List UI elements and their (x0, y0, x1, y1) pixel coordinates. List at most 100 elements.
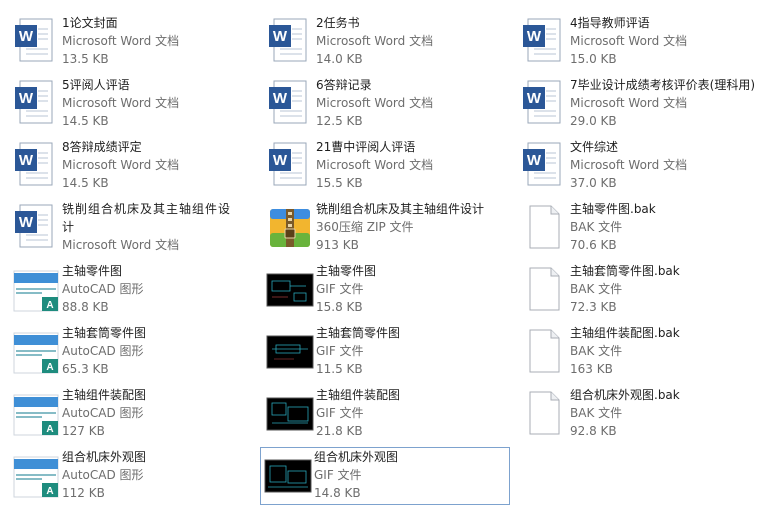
file-item[interactable]: 主轴零件图.bak BAK 文件 70.6 KB (516, 199, 768, 257)
file-size: 12.5 KB (316, 114, 363, 128)
file-type: AutoCAD 图形 (62, 282, 144, 296)
file-size: 913 KB (316, 238, 359, 252)
svg-text:W: W (273, 28, 288, 45)
file-size: 163 KB (570, 362, 613, 376)
file-name: 主轴零件图 (62, 264, 123, 278)
blank-file-icon (520, 327, 568, 375)
file-name: 4指导教师评语 (570, 16, 650, 30)
file-item[interactable]: 主轴套筒零件图 GIF 文件 11.5 KB (262, 323, 508, 381)
file-item[interactable]: 主轴组件装配图 GIF 文件 21.8 KB (262, 385, 508, 443)
file-name: 主轴组件装配图.bak (570, 326, 680, 340)
word-document-icon: W (520, 79, 568, 127)
svg-text:W: W (19, 28, 34, 45)
file-name: 主轴组件装配图 (316, 388, 401, 402)
file-item[interactable]: W 4指导教师评语 Microsoft Word 文档 15.0 KB (516, 13, 768, 71)
file-name: 2任务书 (316, 16, 360, 30)
svg-text:W: W (527, 90, 542, 107)
file-item-selected[interactable]: 组合机床外观图 GIF 文件 14.8 KB (260, 447, 510, 505)
file-size: 15.5 KB (316, 176, 363, 190)
svg-text:W: W (273, 152, 288, 169)
autocad-drawing-icon: A (12, 451, 60, 499)
svg-text:A: A (46, 486, 53, 497)
file-item[interactable]: A 主轴零件图 AutoCAD 图形 88.8 KB (8, 261, 254, 319)
file-name: 铣削组合机床及其主轴组件设计 (62, 202, 232, 234)
file-item[interactable]: W 1论文封面 Microsoft Word 文档 13.5 KB (8, 13, 254, 71)
file-type: AutoCAD 图形 (62, 406, 144, 420)
file-item[interactable]: 铣削组合机床及其主轴组件设计 360压缩 ZIP 文件 913 KB (262, 199, 508, 257)
zip-archive-icon (266, 203, 314, 251)
file-item[interactable]: W 5评阅人评语 Microsoft Word 文档 14.5 KB (8, 75, 254, 133)
file-item[interactable]: 组合机床外观图.bak BAK 文件 92.8 KB (516, 385, 768, 443)
file-type: Microsoft Word 文档 (316, 96, 434, 110)
file-size: 13.5 KB (62, 52, 109, 66)
file-size: 29.0 KB (570, 114, 617, 128)
file-item[interactable]: W 21曹中评阅人评语 Microsoft Word 文档 15.5 KB (262, 137, 508, 195)
file-item[interactable]: A 主轴组件装配图 AutoCAD 图形 127 KB (8, 385, 254, 443)
autocad-drawing-icon: A (12, 265, 60, 313)
file-size: 21.8 KB (316, 424, 363, 438)
file-item[interactable]: 主轴组件装配图.bak BAK 文件 163 KB (516, 323, 768, 381)
word-document-icon: W (266, 79, 314, 127)
file-type: Microsoft Word 文档 (316, 34, 434, 48)
file-size: 11.5 KB (316, 362, 363, 376)
file-name: 主轴组件装配图 (62, 388, 147, 402)
file-type: Microsoft Word 文档 (62, 238, 180, 252)
file-name: 组合机床外观图.bak (570, 388, 680, 402)
file-size: 72.3 KB (570, 300, 617, 314)
file-item[interactable]: W 8答辩成绩评定 Microsoft Word 文档 14.5 KB (8, 137, 254, 195)
file-size: 37.0 KB (570, 176, 617, 190)
file-item[interactable]: W 6答辩记录 Microsoft Word 文档 12.5 KB (262, 75, 508, 133)
blank-file-icon (520, 389, 568, 437)
svg-text:A: A (46, 424, 53, 435)
file-type: Microsoft Word 文档 (316, 158, 434, 172)
gif-thumbnail-icon (266, 389, 314, 437)
file-item[interactable]: A 组合机床外观图 AutoCAD 图形 112 KB (8, 447, 254, 505)
word-document-icon: W (266, 141, 314, 189)
autocad-drawing-icon: A (12, 389, 60, 437)
svg-text:W: W (527, 28, 542, 45)
file-item[interactable]: W 铣削组合机床及其主轴组件设计 Microsoft Word 文档 (8, 199, 254, 263)
file-type: Microsoft Word 文档 (570, 34, 688, 48)
gif-thumbnail-icon (266, 327, 314, 375)
file-name: 8答辩成绩评定 (62, 140, 142, 154)
file-type: BAK 文件 (570, 282, 623, 296)
svg-text:W: W (19, 152, 34, 169)
file-type: GIF 文件 (316, 282, 364, 296)
file-type: GIF 文件 (314, 468, 362, 482)
file-item[interactable]: 主轴零件图 GIF 文件 15.8 KB (262, 261, 508, 319)
file-item[interactable]: A 主轴套筒零件图 AutoCAD 图形 65.3 KB (8, 323, 254, 381)
file-type: Microsoft Word 文档 (62, 34, 180, 48)
file-size: 127 KB (62, 424, 105, 438)
file-type: Microsoft Word 文档 (570, 96, 688, 110)
file-item[interactable]: W 文件综述 Microsoft Word 文档 37.0 KB (516, 137, 768, 195)
word-document-icon: W (12, 17, 60, 65)
autocad-drawing-icon: A (12, 327, 60, 375)
file-size: 70.6 KB (570, 238, 617, 252)
word-document-icon: W (12, 79, 60, 127)
file-size: 92.8 KB (570, 424, 617, 438)
svg-text:W: W (527, 152, 542, 169)
file-name: 1论文封面 (62, 16, 118, 30)
gif-thumbnail-icon (264, 451, 312, 499)
svg-text:W: W (273, 90, 288, 107)
file-name: 21曹中评阅人评语 (316, 140, 416, 154)
file-type: AutoCAD 图形 (62, 468, 144, 482)
svg-text:A: A (46, 300, 53, 311)
file-type: 360压缩 ZIP 文件 (316, 220, 414, 234)
file-size: 15.0 KB (570, 52, 617, 66)
file-type: BAK 文件 (570, 220, 623, 234)
file-size: 14.5 KB (62, 114, 109, 128)
file-item[interactable]: W 7毕业设计成绩考核评价表(理科用) Microsoft Word 文档 29… (516, 75, 768, 133)
file-size: 65.3 KB (62, 362, 109, 376)
file-size: 15.8 KB (316, 300, 363, 314)
word-document-icon: W (266, 17, 314, 65)
file-item[interactable]: W 2任务书 Microsoft Word 文档 14.0 KB (262, 13, 508, 71)
blank-file-icon (520, 265, 568, 313)
file-name: 主轴零件图 (316, 264, 377, 278)
blank-file-icon (520, 203, 568, 251)
file-item[interactable]: 主轴套筒零件图.bak BAK 文件 72.3 KB (516, 261, 768, 319)
file-type: BAK 文件 (570, 406, 623, 420)
file-size: 88.8 KB (62, 300, 109, 314)
file-size: 112 KB (62, 486, 105, 500)
file-name: 5评阅人评语 (62, 78, 130, 92)
